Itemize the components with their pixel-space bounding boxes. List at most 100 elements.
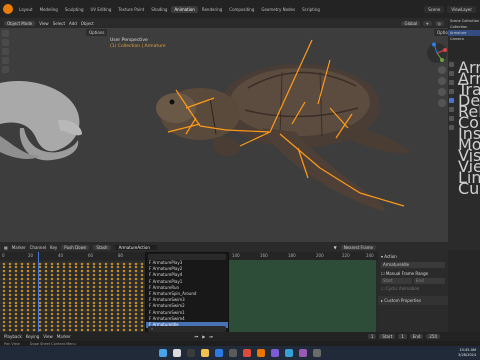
keyframe[interactable] (62, 304, 66, 308)
keyframe[interactable] (44, 304, 48, 308)
keyframe[interactable] (8, 277, 12, 281)
keyframe[interactable] (74, 273, 78, 277)
dopesheet-editor-icon[interactable]: ▦ (4, 245, 8, 250)
keyframe[interactable] (80, 324, 84, 328)
keyframe[interactable] (26, 312, 30, 316)
rotate-tool-icon[interactable] (2, 57, 9, 64)
keyframe[interactable] (98, 301, 102, 304)
keyframe[interactable] (86, 297, 90, 301)
keyframe[interactable] (2, 301, 6, 304)
keyframe[interactable] (68, 269, 72, 273)
keyframe[interactable] (140, 273, 144, 277)
keyframe[interactable] (104, 301, 108, 304)
keyframe[interactable] (92, 304, 96, 308)
keyframe[interactable] (62, 281, 66, 285)
keyframe[interactable] (122, 273, 126, 277)
keyframe[interactable] (98, 297, 102, 301)
keyframe[interactable] (110, 281, 114, 285)
keyframe[interactable] (62, 273, 66, 277)
keyframe[interactable] (62, 312, 66, 316)
keyframe[interactable] (56, 316, 60, 320)
current-frame-field[interactable]: 1 (367, 334, 377, 339)
keyframe[interactable] (104, 289, 108, 293)
keyframe[interactable] (56, 277, 60, 281)
start-icon[interactable] (159, 349, 167, 357)
keyframe[interactable] (62, 289, 66, 293)
keyframe[interactable] (134, 293, 138, 297)
navigation-gizmo-icon[interactable] (426, 42, 448, 64)
keyframe[interactable] (116, 262, 120, 265)
keyframe[interactable] (74, 301, 78, 304)
keyframe[interactable] (86, 262, 90, 265)
keyframe[interactable] (68, 265, 72, 269)
keyframe[interactable] (140, 281, 144, 285)
keyframe[interactable] (80, 285, 84, 289)
keyframe[interactable] (110, 320, 114, 324)
zoom-icon[interactable] (438, 66, 446, 74)
scene-tab-icon[interactable] (449, 89, 454, 94)
jump-start-icon[interactable]: ⏮ (195, 334, 199, 339)
keyframe[interactable] (20, 308, 24, 312)
keyframe[interactable] (44, 269, 48, 273)
keyframe[interactable] (74, 262, 78, 265)
channel-keyframe-row[interactable] (0, 273, 145, 277)
start-field[interactable]: Start (381, 278, 412, 284)
keyframe[interactable] (116, 316, 120, 320)
keyframe[interactable] (110, 289, 114, 293)
keyframe[interactable] (128, 289, 132, 293)
keyframe[interactable] (140, 308, 144, 312)
keyframe[interactable] (44, 293, 48, 297)
keyframe[interactable] (92, 273, 96, 277)
keyframe[interactable] (68, 289, 72, 293)
keyframe[interactable] (56, 312, 60, 316)
keyframe[interactable] (128, 308, 132, 312)
playhead[interactable] (38, 252, 39, 332)
keyframe[interactable] (14, 308, 18, 312)
keyframe[interactable] (14, 293, 18, 297)
keyframe[interactable] (92, 320, 96, 324)
keyframe[interactable] (86, 265, 90, 269)
keyframe[interactable] (44, 289, 48, 293)
keyframe[interactable] (2, 281, 6, 285)
keyframe[interactable] (20, 281, 24, 285)
keyframe[interactable] (8, 320, 12, 324)
keyframe[interactable] (2, 320, 6, 324)
keyframe[interactable] (8, 301, 12, 304)
keyframe[interactable] (56, 320, 60, 324)
tab-rendering[interactable]: Rendering (199, 6, 225, 13)
keyframe[interactable] (98, 262, 102, 265)
keyframe[interactable] (134, 304, 138, 308)
keyframe[interactable] (38, 304, 42, 308)
pan-icon[interactable] (438, 77, 446, 85)
keyframe[interactable] (2, 316, 6, 320)
keyframe[interactable] (86, 312, 90, 316)
keyframe[interactable] (44, 316, 48, 320)
keyframe[interactable] (140, 312, 144, 316)
keyframe[interactable] (122, 281, 126, 285)
camera-view-icon[interactable] (438, 88, 446, 96)
keyframe[interactable] (74, 324, 78, 328)
keyframe[interactable] (32, 273, 36, 277)
keyframe[interactable] (50, 304, 54, 308)
keyframe[interactable] (134, 265, 138, 269)
keyframe[interactable] (20, 293, 24, 297)
channel-keyframe-row[interactable] (0, 281, 145, 285)
custom-properties-section[interactable]: ▸ Custom Properties (378, 296, 448, 305)
keyframe[interactable] (14, 328, 18, 332)
keyframe[interactable] (68, 304, 72, 308)
keyframe[interactable] (74, 269, 78, 273)
object-mode-dropdown[interactable]: Object Mode (4, 20, 36, 26)
keyframe[interactable] (38, 324, 42, 328)
keyframe[interactable] (68, 308, 72, 312)
keyframe[interactable] (128, 297, 132, 301)
keyframe[interactable] (104, 316, 108, 320)
keyframe[interactable] (14, 304, 18, 308)
keyframe[interactable] (32, 297, 36, 301)
keyframe[interactable] (56, 273, 60, 277)
jump-end-icon[interactable]: ⏭ (209, 334, 213, 339)
keyframe[interactable] (14, 277, 18, 281)
keyframe[interactable] (20, 273, 24, 277)
keyframe[interactable] (128, 281, 132, 285)
keyframe[interactable] (110, 277, 114, 281)
keyframe[interactable] (140, 320, 144, 324)
